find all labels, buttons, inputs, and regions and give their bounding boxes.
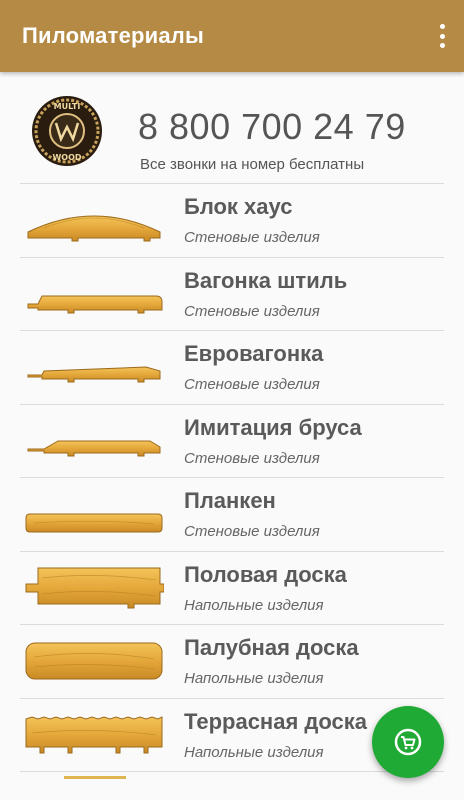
item-subtitle: Стеновые изделия xyxy=(184,229,320,246)
more-vert-icon[interactable] xyxy=(438,24,446,48)
item-subtitle: Напольные изделия xyxy=(184,743,324,761)
item-title: Блок хаус xyxy=(184,194,293,219)
item-title: Вагонка штиль xyxy=(184,267,348,293)
item-title: Половая доска xyxy=(184,561,347,587)
contact-header: MULTI WOOD 8 800 700 24 79 Все звонки на… xyxy=(0,86,464,182)
item-subtitle: Стеновые изделия xyxy=(184,302,320,320)
list-item[interactable]: Палубная доска Напольные изделия xyxy=(20,624,444,698)
shtil-lining-profile-icon xyxy=(27,295,163,313)
item-subtitle: Напольные изделия xyxy=(184,670,324,687)
euro-lining-profile-icon xyxy=(27,366,161,383)
list-item[interactable]: Блок хаус Стеновые изделия xyxy=(20,183,444,257)
logo-text-bottom: WOOD xyxy=(52,153,81,162)
shopping-cart-icon xyxy=(394,728,422,756)
terrace-board-profile-icon xyxy=(25,715,163,753)
planken-profile-icon xyxy=(25,513,163,533)
item-title: Имитация бруса xyxy=(184,414,362,440)
timber-imitation-profile-icon xyxy=(27,440,161,456)
list-item[interactable]: Имитация бруса Стеновые изделия xyxy=(20,403,444,478)
cart-button[interactable] xyxy=(372,706,444,778)
block-house-profile-icon xyxy=(27,215,161,242)
item-subtitle: Стеновые изделия xyxy=(184,376,320,393)
item-title: Планкен xyxy=(184,488,276,513)
deck-board-profile-icon xyxy=(25,642,163,680)
product-list: Блок хаус Стеновые изделия Вагонка штиль… xyxy=(20,183,444,771)
app-title: Пиломатериалы xyxy=(22,23,204,48)
item-title: Палубная доска xyxy=(184,635,359,660)
multi-wood-logo-icon: MULTI WOOD xyxy=(32,96,102,166)
list-item[interactable]: Евровагонка Стеновые изделия xyxy=(20,330,444,404)
item-subtitle: Стеновые изделия xyxy=(184,523,320,540)
item-subtitle: Напольные изделия xyxy=(184,596,324,614)
floor-board-profile-icon xyxy=(25,567,164,608)
app-bar: Пиломатериалы xyxy=(0,0,464,72)
next-item-preview xyxy=(64,776,126,779)
list-item[interactable]: Вагонка штиль Стеновые изделия xyxy=(20,256,444,331)
free-call-note: Все звонки на номер бесплатны xyxy=(140,156,365,173)
phone-number[interactable]: 8 800 700 24 79 xyxy=(138,106,406,148)
item-title: Евровагонка xyxy=(184,341,324,366)
list-item[interactable]: Планкен Стеновые изделия xyxy=(20,477,444,551)
list-divider xyxy=(20,771,444,772)
item-subtitle: Стеновые изделия xyxy=(184,449,320,467)
list-item[interactable]: Половая доска Напольные изделия xyxy=(20,550,444,625)
logo-text-top: MULTI xyxy=(54,102,81,111)
item-title: Террасная доска xyxy=(184,708,367,734)
